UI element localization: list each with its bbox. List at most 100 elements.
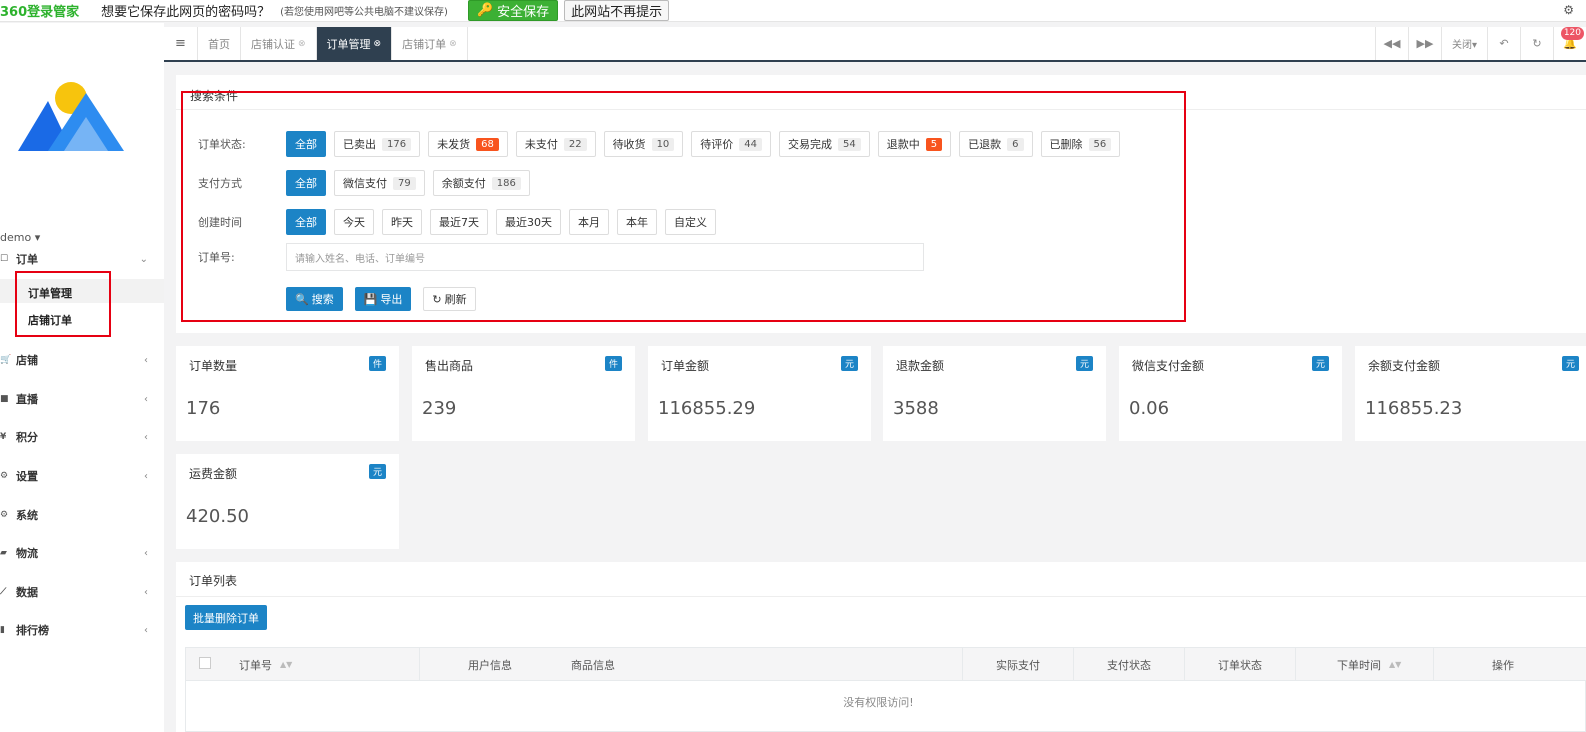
column-order-time[interactable]: 下单时间 ▲▼ xyxy=(1337,648,1401,681)
column-separator xyxy=(962,648,963,681)
stat-card-wechat-amount: 微信支付金额 元 0.06 xyxy=(1119,346,1342,441)
stat-unit-badge: 元 xyxy=(1311,356,1329,371)
truck-icon: ▰ xyxy=(0,548,7,558)
stat-unit-badge: 件 xyxy=(368,356,386,371)
sidebar-item-points[interactable]: ¥ 积分 ‹ xyxy=(0,427,164,447)
scroll-tabs-right-icon[interactable]: ▶▶ xyxy=(1408,27,1441,60)
column-pay-status: 支付状态 xyxy=(1107,658,1151,672)
tab-tools: ◀◀ ▶▶ 关闭▾ ↶ ↻ 🔔 120 xyxy=(1375,27,1586,60)
stat-value: 0.06 xyxy=(1129,398,1170,419)
stat-title: 退款金额 xyxy=(896,359,945,373)
scroll-tabs-left-icon[interactable]: ◀◀ xyxy=(1375,27,1408,60)
stat-title: 余额支付金额 xyxy=(1368,359,1441,373)
stat-title: 售出商品 xyxy=(425,359,474,373)
save-password-hint: (若您使用网吧等公共电脑不建议保存) xyxy=(280,7,448,18)
video-icon: ■ xyxy=(0,394,9,404)
notification-bell-icon[interactable]: 🔔 120 xyxy=(1553,27,1586,60)
sidebar-item-logistics[interactable]: ▰ 物流 ‹ xyxy=(0,543,164,563)
sidebar-item-label: 排行榜 xyxy=(16,624,49,637)
stat-unit-badge: 元 xyxy=(840,356,858,371)
chevron-left-icon: ‹ xyxy=(144,586,148,598)
tab-shop-auth[interactable]: 店铺认证 ⊗ xyxy=(241,27,317,60)
sidebar-item-label: 物流 xyxy=(16,547,38,560)
order-icon: ☐ xyxy=(0,254,9,264)
chevron-left-icon: ‹ xyxy=(144,547,148,559)
column-separator xyxy=(1073,648,1074,681)
sidebar-item-label: 店铺 xyxy=(16,354,38,367)
close-tab-icon[interactable]: ⊗ xyxy=(374,39,382,49)
sidebar-item-shop[interactable]: 🛒 店铺 ‹ xyxy=(0,350,164,370)
stat-card-order-amount: 订单金额 元 116855.29 xyxy=(648,346,871,441)
chevron-down-icon: ⌄ xyxy=(139,253,148,265)
stat-unit-badge: 元 xyxy=(1561,356,1579,371)
tab-label: 店铺认证 xyxy=(251,37,295,51)
sidebar-item-data[interactable]: ⟋ 数据 ‹ xyxy=(0,582,164,602)
close-tab-icon[interactable]: ⊗ xyxy=(449,39,457,49)
tab-label: 订单管理 xyxy=(326,37,371,51)
ranking-icon: ▮ xyxy=(0,625,5,635)
stat-value: 3588 xyxy=(893,398,939,419)
order-list-title: 订单列表 xyxy=(189,574,238,588)
tab-home[interactable]: 首页 xyxy=(198,27,241,60)
stat-value: 116855.23 xyxy=(1365,398,1463,419)
stat-unit-badge: 元 xyxy=(1075,356,1093,371)
tab-label: 店铺订单 xyxy=(402,37,447,51)
refresh-icon[interactable]: ↻ xyxy=(1520,27,1553,60)
batch-delete-button[interactable]: 批量删除订单 xyxy=(185,605,267,630)
notification-count-badge: 120 xyxy=(1560,27,1584,40)
highlight-box-search xyxy=(181,91,1186,322)
column-order-no[interactable]: 订单号 ▲▼ xyxy=(239,648,292,681)
column-order-status: 订单状态 xyxy=(1218,658,1262,672)
column-separator xyxy=(1295,648,1296,681)
sidebar-item-system[interactable]: ⚙ 系统 xyxy=(0,505,164,525)
gear-icon: ⚙ xyxy=(0,471,9,481)
sidebar-item-label: 订单 xyxy=(16,253,38,266)
chevron-left-icon: ‹ xyxy=(144,431,148,443)
tab-label: 首页 xyxy=(208,37,230,51)
stat-value: 420.50 xyxy=(186,506,249,527)
stat-card-refund-amount: 退款金额 元 3588 xyxy=(883,346,1106,441)
sidebar: demo ▾ ☐ 订单 ⌄ 订单管理 店铺订单 🛒 店铺 ‹ ■ 直播 ‹ ¥ … xyxy=(0,23,164,732)
settings-gear-icon[interactable]: ⚙ xyxy=(1563,3,1574,17)
stat-card-balance-amount: 余额支付金额 元 116855.23 xyxy=(1355,346,1586,441)
360-logo: 360登录管家 xyxy=(0,5,80,20)
back-icon[interactable]: ↶ xyxy=(1487,27,1520,60)
column-separator xyxy=(1184,648,1185,681)
sidebar-item-label: 直播 xyxy=(16,393,38,406)
stat-value: 239 xyxy=(422,398,457,419)
never-remind-button[interactable]: 此网站不再提示 xyxy=(564,0,670,21)
column-goods-info: 商品信息 xyxy=(571,658,615,672)
close-tabs-dropdown[interactable]: 关闭▾ xyxy=(1441,27,1487,60)
sort-icon: ▲▼ xyxy=(1389,660,1402,669)
chevron-left-icon: ‹ xyxy=(144,393,148,405)
sidebar-item-order[interactable]: ☐ 订单 ⌄ xyxy=(0,249,164,269)
close-tab-icon[interactable]: ⊗ xyxy=(298,39,306,49)
order-list-panel: 订单列表 批量删除订单 订单号 ▲▼ 用户信息 商品信息 实际支付 支付状态 订单… xyxy=(176,562,1586,732)
sidebar-item-ranking[interactable]: ▮ 排行榜 ‹ xyxy=(0,620,164,640)
table-header: 订单号 ▲▼ 用户信息 商品信息 实际支付 支付状态 订单状态 下单时间 ▲▼ 操作 xyxy=(186,648,1586,681)
order-table: 订单号 ▲▼ 用户信息 商品信息 实际支付 支付状态 订单状态 下单时间 ▲▼ 操作… xyxy=(185,647,1586,732)
tab-shop-order[interactable]: 店铺订单 ⊗ xyxy=(392,27,468,60)
password-save-bar: 360登录管家 想要它保存此网页的密码吗？ (若您使用网吧等公共电脑不建议保存)… xyxy=(0,0,1586,22)
stat-unit-badge: 件 xyxy=(604,356,622,371)
column-actions: 操作 xyxy=(1492,658,1514,672)
select-all-checkbox[interactable] xyxy=(199,657,211,669)
user-menu[interactable]: demo ▾ xyxy=(0,231,40,244)
stat-card-freight-amount: 运费金额 元 420.50 xyxy=(176,454,399,549)
stat-title: 订单金额 xyxy=(661,359,710,373)
sidebar-item-label: 设置 xyxy=(16,470,38,483)
stat-value: 176 xyxy=(186,398,221,419)
sidebar-item-live[interactable]: ■ 直播 ‹ xyxy=(0,389,164,409)
cart-icon: 🛒 xyxy=(0,355,12,365)
stat-value: 116855.29 xyxy=(658,398,756,419)
stat-unit-badge: 元 xyxy=(368,464,386,479)
stat-card-sold-goods: 售出商品 件 239 xyxy=(412,346,635,441)
chart-icon: ⟋ xyxy=(0,587,7,597)
tab-order-manage[interactable]: 订单管理 ⊗ xyxy=(316,27,393,60)
safe-save-button[interactable]: 🔑 安全保存 xyxy=(467,0,559,21)
tab-bar: ≡ 首页 店铺认证 ⊗ 订单管理 ⊗ 店铺订单 ⊗ ◀◀ ▶▶ 关闭▾ ↶ ↻ … xyxy=(164,27,1586,62)
sidebar-item-label: 积分 xyxy=(16,431,38,444)
sidebar-item-settings[interactable]: ⚙ 设置 ‹ xyxy=(0,466,164,486)
hamburger-menu-icon[interactable]: ≡ xyxy=(164,27,198,60)
chevron-left-icon: ‹ xyxy=(144,624,148,636)
